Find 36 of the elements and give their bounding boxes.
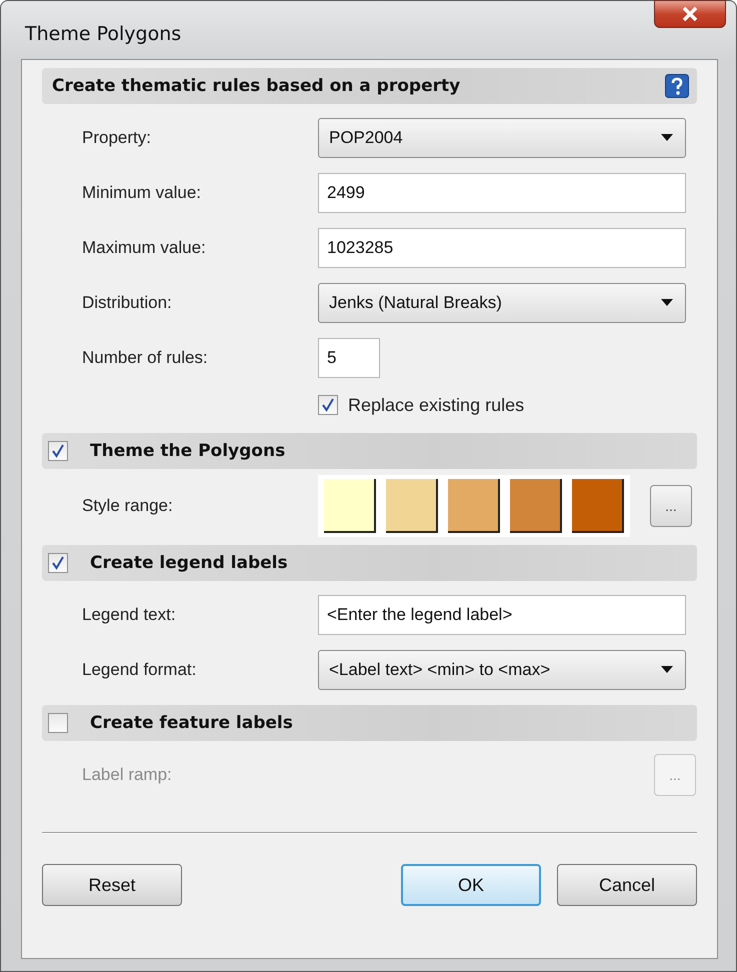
field-label: Style range: bbox=[81, 496, 174, 516]
browse-button[interactable]: ... bbox=[650, 485, 692, 527]
input-field[interactable]: <Enter the legend label> bbox=[318, 594, 686, 634]
field-label: Distribution: bbox=[81, 292, 173, 312]
caret-icon bbox=[661, 298, 673, 306]
checkbox[interactable] bbox=[318, 395, 338, 415]
checkbox[interactable] bbox=[48, 441, 68, 461]
checkbox[interactable] bbox=[48, 713, 68, 733]
section-title: Create legend labels bbox=[90, 553, 289, 573]
field-label: Minimum value: bbox=[81, 182, 202, 202]
color-ramp[interactable] bbox=[318, 475, 630, 537]
field-label: Legend text: bbox=[81, 604, 177, 624]
input-field[interactable]: 1023285 bbox=[318, 228, 686, 268]
section-title: Create thematic rules based on a property bbox=[52, 76, 462, 96]
field-label: Property: bbox=[81, 128, 152, 148]
section-title: Theme the Polygons bbox=[90, 441, 286, 461]
field-label: Maximum value: bbox=[81, 238, 207, 258]
window-title: Theme Polygons bbox=[25, 23, 182, 45]
caret-icon bbox=[661, 134, 673, 142]
dialog-button[interactable]: OK bbox=[401, 864, 541, 906]
caret-icon bbox=[661, 666, 673, 674]
section-title: Create feature labels bbox=[90, 713, 294, 733]
dropdown[interactable]: <Label text> <min> to <max> bbox=[318, 650, 686, 690]
input-field[interactable]: 5 bbox=[318, 338, 380, 378]
dropdown[interactable]: POP2004 bbox=[318, 118, 686, 158]
dropdown[interactable]: Jenks (Natural Breaks) bbox=[318, 282, 686, 322]
input-field[interactable]: 2499 bbox=[318, 172, 686, 212]
help-icon[interactable] bbox=[665, 74, 689, 98]
dialog-button[interactable]: Cancel bbox=[557, 864, 697, 906]
field-label: Number of rules: bbox=[81, 348, 209, 368]
close-button[interactable] bbox=[654, 0, 726, 28]
dialog-button[interactable]: Reset bbox=[42, 864, 182, 906]
checkbox[interactable] bbox=[48, 553, 68, 573]
field-label: Legend format: bbox=[81, 660, 198, 680]
checkbox-label: Replace existing rules bbox=[348, 394, 524, 416]
field-label: Label ramp: bbox=[81, 764, 173, 784]
